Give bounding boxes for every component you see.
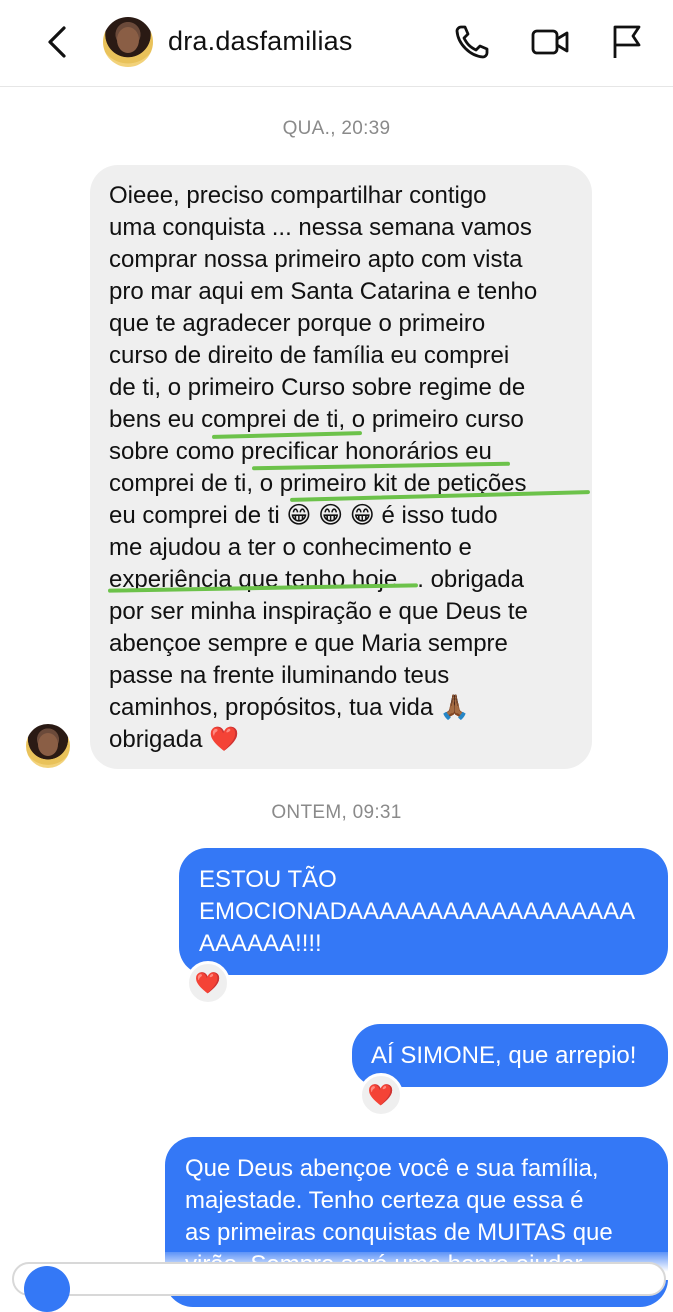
heart-icon: ❤️	[194, 971, 222, 995]
chat-header: dra.dasfamilias	[0, 0, 673, 87]
outgoing-message-text: AÍ SIMONE, que arrepio!	[371, 1042, 637, 1069]
flag-icon[interactable]	[607, 22, 647, 62]
video-camera-icon[interactable]	[530, 22, 570, 62]
avatar[interactable]	[103, 17, 153, 67]
outgoing-message-text: ESTOU TÃO EMOCIONADAAAAAAAAAAAAAAAAAA AA…	[199, 866, 636, 957]
chevron-left-icon[interactable]	[44, 24, 72, 60]
timestamp: ONTEM, 09:31	[271, 802, 402, 823]
heart-icon: ❤️	[367, 1083, 395, 1107]
chat-username[interactable]: dra.dasfamilias	[168, 26, 353, 57]
sender-avatar[interactable]	[26, 724, 70, 768]
heart-reaction-icon[interactable]: ❤️	[359, 1073, 403, 1117]
message-composer[interactable]	[12, 1262, 666, 1296]
camera-icon[interactable]	[24, 1266, 70, 1312]
phone-icon[interactable]	[452, 22, 492, 62]
timestamp: QUA., 20:39	[282, 118, 391, 139]
heart-reaction-icon[interactable]: ❤️	[186, 961, 230, 1005]
